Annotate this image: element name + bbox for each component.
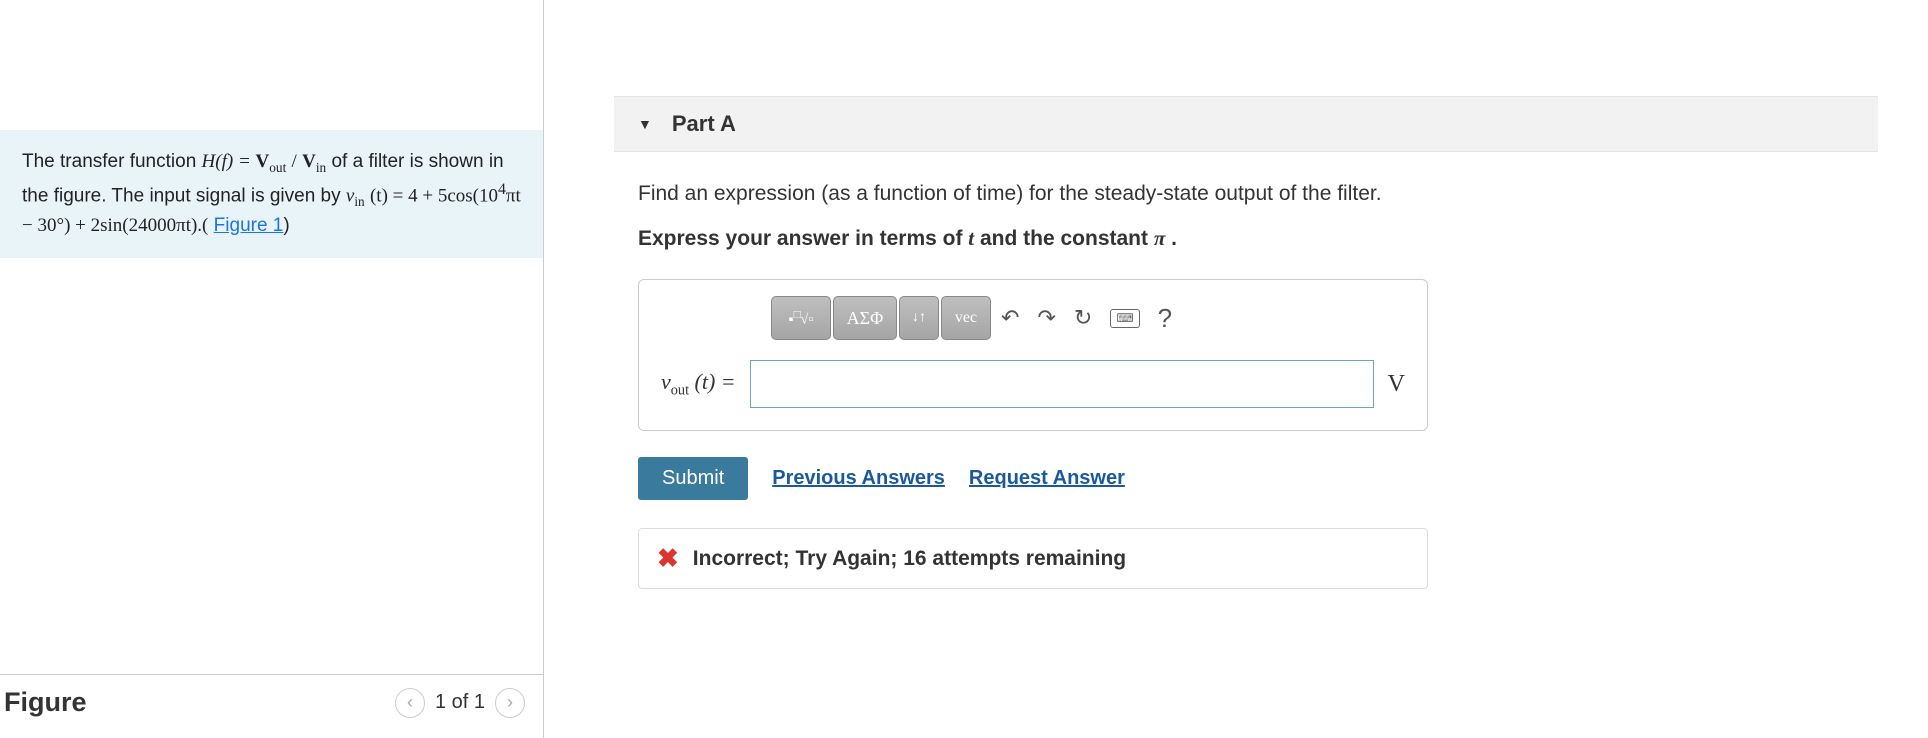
lhs-paren: (t) =	[695, 369, 736, 394]
lhs-var: v	[661, 369, 671, 394]
fraction-root-icon: ▪□√▫	[789, 308, 814, 329]
previous-answers-link[interactable]: Previous Answers	[772, 467, 945, 490]
greek-icon: ΑΣΦ	[847, 308, 884, 329]
vin-eq-sub: in	[354, 194, 364, 209]
help-icon: ?	[1158, 303, 1172, 334]
figure-title: Figure	[0, 687, 87, 718]
figure-page-indicator: 1 of 1	[435, 691, 485, 714]
instr-prefix: Express your answer in terms of	[638, 227, 968, 250]
feedback-message: Incorrect; Try Again; 16 attempts remain…	[693, 547, 1126, 571]
chevron-left-icon: ‹	[407, 692, 413, 713]
undo-button[interactable]: ↶	[993, 296, 1027, 340]
hf-symbol: H(f) =	[202, 151, 256, 172]
part-header[interactable]: ▼ Part A	[614, 96, 1878, 152]
chevron-right-icon: ›	[507, 692, 513, 713]
close-paren: )	[283, 215, 289, 236]
lhs-sub: out	[671, 382, 689, 398]
vout-sub: out	[269, 160, 286, 175]
instr-mid: and the constant	[980, 227, 1154, 250]
keyboard-icon: ⌨	[1110, 309, 1139, 328]
redo-icon: ↷	[1037, 305, 1055, 331]
vector-button[interactable]: vec	[941, 296, 991, 340]
part-title: Part A	[672, 111, 736, 137]
caret-down-icon: ▼	[638, 116, 652, 132]
reset-button[interactable]: ↻	[1066, 296, 1100, 340]
vin-sym: V	[302, 151, 316, 172]
incorrect-icon: ✖	[657, 543, 679, 574]
slash: /	[292, 151, 297, 172]
answer-lhs: vout (t) =	[661, 369, 736, 399]
answer-input[interactable]	[750, 360, 1374, 408]
submit-button[interactable]: Submit	[638, 457, 748, 500]
greek-button[interactable]: ΑΣΦ	[833, 296, 897, 340]
reset-icon: ↻	[1074, 305, 1092, 331]
subscript-button[interactable]: ↓↑	[899, 296, 939, 340]
figure-link[interactable]: Figure 1	[214, 215, 284, 236]
keyboard-button[interactable]: ⌨	[1102, 296, 1147, 340]
subscript-icon: ↓↑	[912, 310, 926, 326]
question-instruction: Express your answer in terms of t and th…	[638, 226, 1854, 251]
vout-sym: V	[256, 151, 270, 172]
templates-button[interactable]: ▪□√▫	[771, 296, 831, 340]
instr-suffix: .	[1171, 227, 1177, 250]
instr-var-t: t	[968, 226, 974, 250]
instr-var-pi: π	[1154, 226, 1165, 250]
equation-toolbar: ▪□√▫ ΑΣΦ ↓↑ vec ↶ ↷ ↻	[771, 296, 1405, 340]
actions-row: Submit Previous Answers Request Answer	[638, 457, 1878, 500]
undo-icon: ↶	[1001, 305, 1019, 331]
help-button[interactable]: ?	[1150, 296, 1180, 340]
prev-figure-button[interactable]: ‹	[395, 688, 425, 718]
figure-section: Figure ‹ 1 of 1 ›	[0, 674, 543, 738]
sup-4: 4	[498, 181, 506, 198]
request-answer-link[interactable]: Request Answer	[969, 467, 1125, 490]
vector-icon: vec	[955, 309, 977, 327]
feedback-box: ✖ Incorrect; Try Again; 16 attempts rema…	[638, 528, 1428, 589]
next-figure-button[interactable]: ›	[495, 688, 525, 718]
redo-button[interactable]: ↷	[1029, 296, 1063, 340]
question-prompt: Find an expression (as a function of tim…	[638, 182, 1854, 206]
problem-text: The transfer function	[22, 151, 202, 172]
answer-box: ▪□√▫ ΑΣΦ ↓↑ vec ↶ ↷ ↻	[638, 279, 1428, 431]
vin-eq-rest: (t) = 4 + 5cos(10	[370, 185, 498, 206]
answer-unit: V	[1388, 371, 1405, 398]
figure-nav: ‹ 1 of 1 ›	[395, 688, 543, 718]
vin-sub: in	[316, 160, 326, 175]
problem-statement: The transfer function H(f) = Vout / Vin …	[0, 130, 543, 258]
